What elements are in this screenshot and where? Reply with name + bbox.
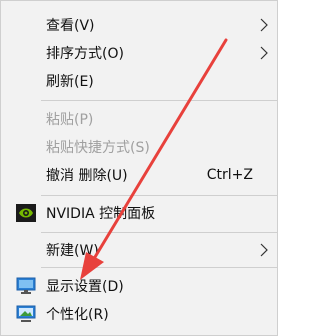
menu-separator	[41, 195, 277, 196]
nvidia-icon	[16, 204, 36, 222]
menu-item-paste[interactable]: 粘贴(P)	[1, 105, 277, 133]
menu-item-view-label: 查看(V)	[46, 18, 95, 34]
menu-item-sort-by-label: 排序方式(O)	[46, 46, 124, 62]
personalize-icon	[16, 305, 36, 322]
menu-separator	[41, 232, 277, 233]
shortcut-hint: Ctrl+Z	[206, 167, 253, 183]
menu-separator	[41, 100, 277, 101]
menu-item-display-settings-label: 显示设置(D)	[46, 279, 124, 295]
menu-separator	[41, 267, 277, 268]
menu-item-refresh-label: 刷新(E)	[46, 74, 94, 90]
desktop-context-menu: 查看(V) 排序方式(O) 刷新(E) 粘贴(P) 粘贴快捷方式(S) 撤消 删…	[0, 0, 278, 336]
menu-item-paste-shortcut-label: 粘贴快捷方式(S)	[46, 140, 150, 156]
menu-item-paste-label: 粘贴(P)	[46, 112, 94, 128]
menu-item-refresh[interactable]: 刷新(E)	[1, 67, 277, 95]
menu-item-sort-by[interactable]: 排序方式(O)	[1, 39, 277, 67]
menu-item-personalize[interactable]: 个性化(R)	[1, 300, 277, 328]
menu-item-personalize-label: 个性化(R)	[46, 307, 109, 323]
menu-item-display-settings[interactable]: 显示设置(D)	[1, 272, 277, 300]
menu-item-paste-shortcut[interactable]: 粘贴快捷方式(S)	[1, 133, 277, 161]
chevron-right-icon	[260, 243, 268, 257]
menu-item-undo-delete-label: 撤消 删除(U)	[46, 168, 128, 184]
chevron-right-icon	[260, 46, 268, 60]
display-settings-icon	[16, 277, 36, 294]
menu-item-undo-delete[interactable]: 撤消 删除(U) Ctrl+Z	[1, 161, 277, 189]
menu-item-new-label: 新建(W)	[46, 243, 99, 259]
menu-item-view[interactable]: 查看(V)	[1, 11, 277, 39]
menu-item-nvidia-control-panel[interactable]: NVIDIA 控制面板	[1, 199, 277, 227]
menu-item-new[interactable]: 新建(W)	[1, 236, 277, 264]
chevron-right-icon	[260, 18, 268, 32]
menu-item-nvidia-label: NVIDIA 控制面板	[46, 206, 156, 222]
